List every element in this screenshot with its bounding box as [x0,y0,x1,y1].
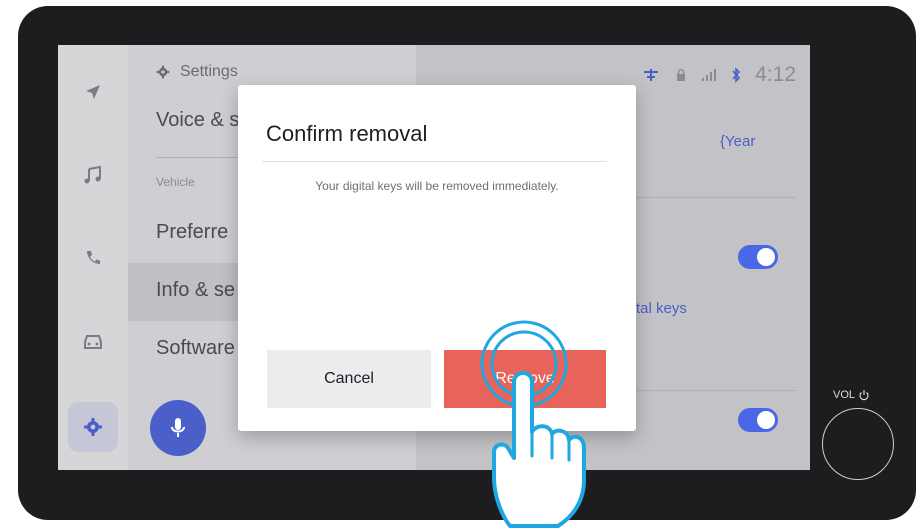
settings-icon[interactable] [68,402,118,452]
year-link[interactable]: {Year [720,133,755,150]
signal-icon [702,69,717,81]
gear-icon [156,65,170,79]
menu-item-voice[interactable]: Voice & s [156,109,239,132]
navigation-icon[interactable] [68,67,118,117]
settings-title: Settings [180,63,238,80]
clock: 4:12 [755,63,796,86]
feature-toggle-1[interactable] [738,245,778,269]
dialog-divider [262,161,607,162]
volume-label: VOL [833,389,870,401]
menu-item-info[interactable]: Info & se [156,279,235,302]
left-nav-rail [58,45,128,470]
feature-toggle-2[interactable] [738,408,778,432]
menu-item-software[interactable]: Software [156,337,235,360]
digital-keys-link[interactable]: tal keys [636,300,687,317]
dialog-title: Confirm removal [266,121,428,146]
bluetooth-icon [732,67,741,83]
microphone-icon [171,418,185,437]
cancel-button[interactable]: Cancel [267,350,431,408]
dialog-message: Your digital keys will be removed immedi… [315,179,559,193]
status-bar: 4:12 [641,63,796,87]
connectivity-icon [644,69,659,81]
tap-gesture-hand-icon [480,320,586,528]
vol-text: VOL [833,389,856,401]
phone-icon[interactable] [68,233,118,283]
music-icon[interactable] [68,150,118,200]
section-label-vehicle: Vehicle [156,175,195,189]
power-icon [859,390,869,401]
voice-assistant-button[interactable] [150,400,206,456]
settings-header: Settings [156,63,238,81]
car-icon[interactable] [68,317,118,367]
lock-icon [677,69,686,81]
menu-item-preferred[interactable]: Preferre [156,221,228,244]
volume-knob[interactable] [822,408,894,480]
